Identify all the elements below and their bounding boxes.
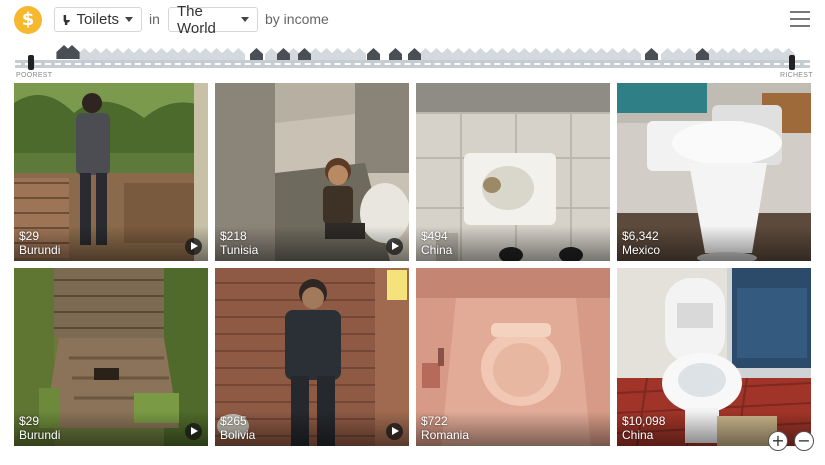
chevron-down-icon — [125, 17, 133, 22]
richest-label: RICHEST — [780, 72, 813, 79]
income-value: $10,098 — [622, 414, 666, 428]
play-video-icon[interactable] — [185, 423, 202, 440]
in-label: in — [149, 11, 160, 27]
photo-card[interactable]: $722 Romania — [416, 268, 610, 446]
toilet-icon — [63, 14, 70, 25]
income-value: $722 — [421, 414, 448, 428]
place-dropdown[interactable]: The World — [168, 3, 258, 37]
house-marker-icon — [277, 48, 290, 60]
income-value: $6,342 — [622, 229, 659, 243]
income-value: $494 — [421, 229, 448, 243]
house-marker-icon — [408, 48, 421, 60]
house-marker-icon — [250, 48, 263, 60]
income-strip[interactable]: POOREST RICHEST — [15, 42, 813, 82]
photo-card[interactable]: $6,342 Mexico — [617, 83, 811, 261]
house-marker-icon — [683, 48, 696, 60]
photo-card[interactable]: $494 China — [416, 83, 610, 261]
country-name: Mexico — [622, 243, 661, 257]
country-name: Burundi — [19, 243, 61, 257]
topic-dropdown[interactable]: Toilets — [54, 7, 142, 32]
hamburger-menu-icon[interactable] — [790, 11, 810, 27]
play-video-icon[interactable] — [386, 238, 403, 255]
house-marker-icon — [367, 48, 380, 60]
country-name: Romania — [421, 428, 470, 442]
house-marker-icon — [645, 48, 658, 60]
house-marker-icon — [298, 48, 311, 60]
photo-card[interactable]: $29 Burundi — [14, 268, 208, 446]
place-label: The World — [177, 2, 216, 37]
house-marker-icon — [696, 48, 709, 60]
photo-card[interactable]: $29 Burundi — [14, 83, 208, 261]
chevron-down-icon — [241, 17, 249, 22]
income-value: $218 — [220, 229, 247, 243]
photo-card[interactable]: $265 Bolivia — [215, 268, 409, 446]
dollar-logo-icon[interactable]: $ — [14, 6, 42, 34]
house-marker-icon — [389, 48, 402, 60]
by-income-label: by income — [265, 11, 329, 27]
photo-card[interactable]: $218 Tunisia — [215, 83, 409, 261]
play-video-icon[interactable] — [386, 423, 403, 440]
poorest-label: POOREST — [16, 72, 53, 79]
income-value: $29 — [19, 414, 40, 428]
country-name: Burundi — [19, 428, 61, 442]
topic-label: Toilets — [76, 11, 119, 28]
house-marker-icon — [769, 48, 782, 60]
country-name: China — [622, 428, 654, 442]
photo-card[interactable]: $10,098 China — [617, 268, 811, 446]
header: $ Toilets in The World by income — [0, 0, 825, 40]
income-value: $265 — [220, 414, 247, 428]
income-road-dashes — [15, 63, 810, 65]
house-marker-icon — [64, 45, 80, 59]
income-value: $29 — [19, 229, 40, 243]
house-marker-icon — [353, 48, 366, 60]
house-marker-icon — [232, 48, 245, 60]
poorest-handle[interactable] — [28, 55, 34, 70]
zoom-in-button[interactable]: + — [768, 431, 788, 451]
country-name: Tunisia — [220, 243, 259, 257]
richest-handle[interactable] — [789, 55, 795, 70]
page: $ Toilets in The World by income POOREST… — [0, 0, 825, 465]
country-name: Bolivia — [220, 428, 256, 442]
zoom-out-button[interactable]: − — [794, 431, 814, 451]
house-marker-icon — [628, 48, 641, 60]
play-video-icon[interactable] — [185, 238, 202, 255]
country-name: China — [421, 243, 453, 257]
